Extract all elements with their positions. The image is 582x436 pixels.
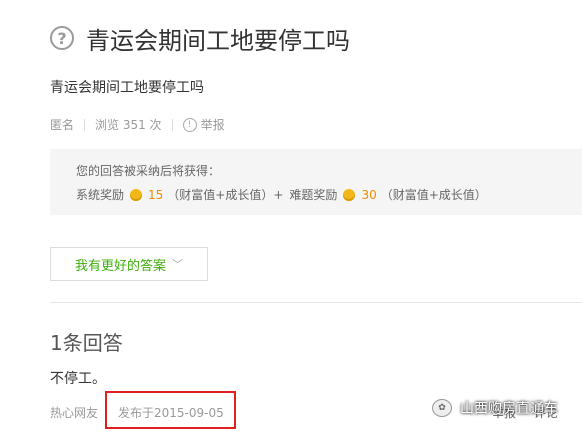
reward-details: 系统奖励 15 （财富值+成长值）+ 难题奖励 30 （财富值+成长值） [76, 186, 487, 203]
anonymous-label: 匿名 [50, 118, 75, 132]
coin-icon [130, 188, 143, 201]
question-mark-icon: ? [50, 26, 74, 50]
system-reward-label: 系统奖励 [76, 188, 125, 202]
answer-author[interactable]: 热心网友 [50, 404, 98, 421]
reward-panel: 您的回答被采纳后将获得： 系统奖励 15 （财富值+成长值）+ 难题奖励 30 … [50, 149, 582, 215]
coin-icon [343, 188, 356, 201]
better-answer-label: 我有更好的答案 [74, 258, 166, 274]
answer-date: 发布于2015-09-05 [118, 406, 224, 420]
system-reward-unit: （财富值+成长值）+ [167, 188, 284, 202]
question-meta: 匿名 浏览 351 次 ! 举报 [50, 116, 225, 133]
system-reward-value: 15 [148, 187, 164, 202]
answer-text: 不停工。 [50, 371, 106, 387]
bounty-reward-value: 30 [361, 187, 377, 202]
watermark-text: 山西购房直通车 [460, 401, 558, 417]
meta-divider [84, 118, 86, 131]
chevron-down-icon: ﹀ [172, 258, 183, 271]
section-divider [50, 302, 582, 303]
question-header: ? 青运会期间工地要停工吗 [50, 20, 350, 56]
view-count: 浏览 351 次 [95, 118, 162, 132]
answer-count: 1条回答 [50, 331, 123, 355]
bounty-reward-label: 难题奖励 [289, 188, 338, 202]
report-link[interactable]: 举报 [201, 116, 225, 133]
bounty-reward-unit: （财富值+成长值） [380, 188, 487, 202]
report-icon[interactable]: ! [182, 117, 197, 132]
watermark: ✿ 山西购房直通车 [432, 398, 558, 418]
question-title: 青运会期间工地要停工吗 [86, 26, 350, 55]
meta-divider [171, 118, 173, 131]
better-answer-button[interactable]: 我有更好的答案 ﹀ [50, 247, 208, 281]
question-description: 青运会期间工地要停工吗 [50, 80, 204, 96]
wechat-logo-icon: ✿ [432, 399, 452, 417]
reward-intro: 您的回答被采纳后将获得： [76, 164, 221, 178]
